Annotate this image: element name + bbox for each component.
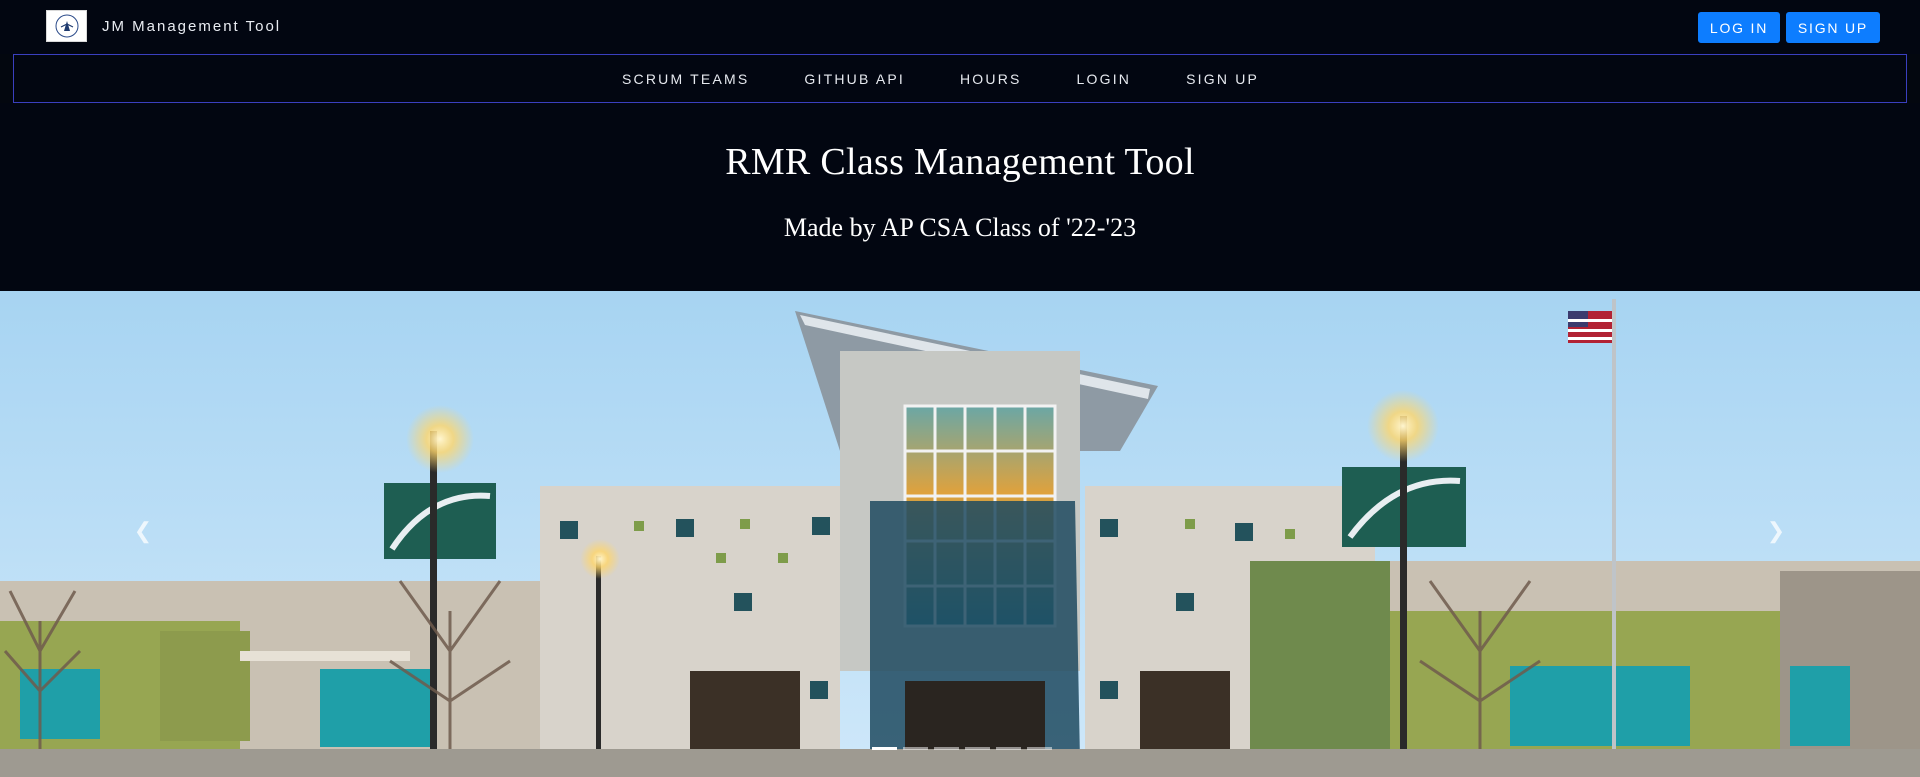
main-nav: SCRUM TEAMS GITHUB API HOURS LOGIN SIGN … [13, 54, 1907, 103]
page-title: RMR Class Management Tool [725, 141, 1195, 183]
top-bar: JM Management Tool LOG IN SIGN UP [0, 0, 1920, 54]
carousel-indicators [872, 747, 1052, 750]
carousel-indicator[interactable] [996, 747, 1021, 750]
chevron-right-icon[interactable]: ❯ [1761, 511, 1791, 551]
brand[interactable]: JM Management Tool [46, 10, 281, 42]
brand-name: JM Management Tool [102, 17, 282, 35]
signup-button[interactable]: SIGN UP [1786, 12, 1880, 43]
carousel-indicator[interactable] [903, 747, 928, 750]
nav-item-hours[interactable]: HOURS [960, 71, 1022, 87]
nav-item-github-api[interactable]: GITHUB API [804, 71, 905, 87]
hero: RMR Class Management Tool Made by AP CSA… [0, 103, 1920, 291]
hawk-logo-icon [46, 10, 87, 42]
carousel-indicator[interactable] [934, 747, 959, 750]
nav-item-sign-up[interactable]: SIGN UP [1186, 71, 1259, 87]
auth-buttons: LOG IN SIGN UP [1698, 12, 1880, 43]
carousel-indicator[interactable] [965, 747, 990, 750]
image-carousel[interactable]: ❮ ❯ [0, 291, 1920, 777]
nav-item-login[interactable]: LOGIN [1077, 71, 1132, 87]
carousel-indicator[interactable] [872, 747, 897, 750]
page-subtitle: Made by AP CSA Class of '22-'23 [783, 213, 1137, 242]
nav-item-scrum-teams[interactable]: SCRUM TEAMS [622, 71, 749, 87]
carousel-indicator[interactable] [1027, 747, 1052, 750]
school-building-image [0, 291, 1920, 777]
login-button[interactable]: LOG IN [1698, 12, 1780, 43]
chevron-left-icon[interactable]: ❮ [128, 511, 158, 551]
